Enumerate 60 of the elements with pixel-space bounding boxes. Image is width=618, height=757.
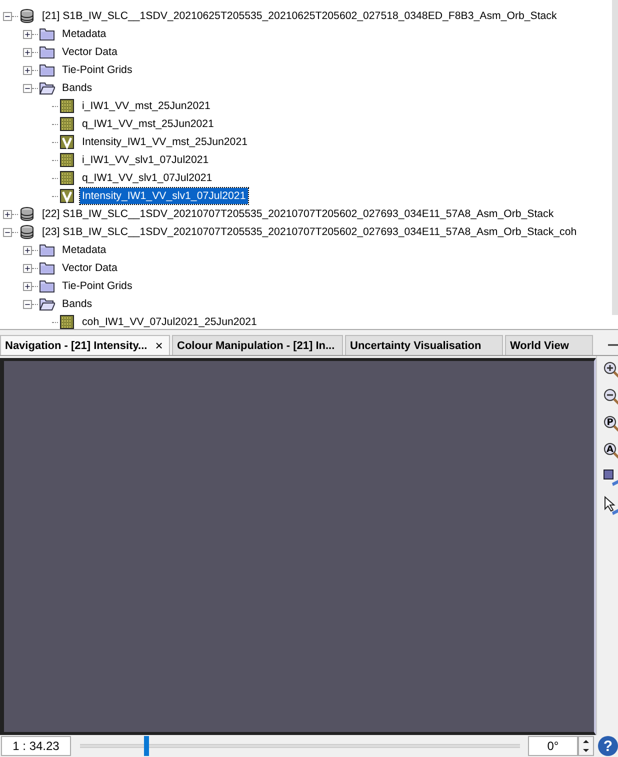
tree-item[interactable]: Intensity_IW1_VV_slv1_07Jul2021 <box>80 188 248 204</box>
folder-icon <box>39 260 55 276</box>
expand-icon[interactable] <box>23 282 32 290</box>
expand-icon[interactable] <box>23 264 32 272</box>
tree-item[interactable]: Bands <box>60 80 94 96</box>
database-icon <box>19 206 35 222</box>
expand-icon[interactable] <box>23 48 32 56</box>
virtual-band-icon <box>59 134 75 150</box>
grid-icon <box>59 314 75 329</box>
tree-item[interactable]: coh_IW1_VV_07Jul2021_25Jun2021 <box>80 314 259 329</box>
tree-item[interactable]: [21] S1B_IW_SLC__1SDV_20210625T205535_20210625T205602_027518_0348ED_F8B3_Asm_Orb_Stack <box>40 8 559 24</box>
virtual-band-icon <box>59 188 75 204</box>
help-button[interactable]: ? <box>598 736 618 756</box>
tree-item[interactable]: Metadata <box>60 26 108 42</box>
tree-item[interactable]: Vector Data <box>60 260 120 276</box>
sync-views-icon[interactable] <box>603 469 618 489</box>
folder-icon <box>39 44 55 60</box>
cursor-sync-icon[interactable] <box>603 496 618 516</box>
tree-item[interactable]: [23] S1B_IW_SLC__1SDV_20210707T205535_20210707T205602_027693_034E11_57A8_Asm_Orb_Stack_coh <box>40 224 579 240</box>
close-icon[interactable]: × <box>155 338 163 353</box>
folder-icon <box>39 296 55 312</box>
database-icon <box>19 224 35 240</box>
rotation-field[interactable]: 0° <box>528 736 578 756</box>
panel-tab[interactable]: Navigation - [21] Intensity... × <box>0 335 170 355</box>
expand-icon[interactable] <box>23 30 32 38</box>
scrollbar[interactable] <box>612 0 618 315</box>
collapse-icon[interactable] <box>3 12 12 20</box>
scale-field[interactable]: 1 : 34.23 <box>1 736 71 756</box>
expand-icon[interactable] <box>23 66 32 74</box>
panel-tab[interactable]: World View <box>505 335 593 355</box>
expand-icon[interactable] <box>23 246 32 254</box>
folder-icon <box>39 278 55 294</box>
database-icon <box>19 8 35 24</box>
grid-icon <box>59 116 75 132</box>
collapse-icon[interactable] <box>23 84 32 92</box>
folder-icon <box>39 80 55 96</box>
collapse-icon[interactable] <box>23 300 32 308</box>
tree-item[interactable]: Intensity_IW1_VV_mst_25Jun2021 <box>80 134 250 150</box>
panel-tab[interactable]: Uncertainty Visualisation <box>345 335 503 355</box>
tree-item[interactable]: q_IW1_VV_slv1_07Jul2021 <box>80 170 214 186</box>
tree-item[interactable]: q_IW1_VV_mst_25Jun2021 <box>80 116 216 132</box>
expand-icon[interactable] <box>3 210 12 218</box>
tree-item[interactable]: i_IW1_VV_mst_25Jun2021 <box>80 98 212 114</box>
tree-item[interactable]: Tie-Point Grids <box>60 278 134 294</box>
tree-item[interactable]: Vector Data <box>60 44 120 60</box>
panel-tab[interactable]: Colour Manipulation - [21] In... <box>172 335 343 355</box>
tree-item[interactable]: [22] S1B_IW_SLC__1SDV_20210707T205535_20210707T205602_027693_034E11_57A8_Asm_Orb_Stack <box>40 206 556 222</box>
grid-icon <box>59 152 75 168</box>
grid-icon <box>59 170 75 186</box>
folder-icon <box>39 62 55 78</box>
folder-icon <box>39 242 55 258</box>
grid-icon <box>59 98 75 114</box>
folder-icon <box>39 26 55 42</box>
tree-item[interactable]: Bands <box>60 296 94 312</box>
tree-item[interactable]: Tie-Point Grids <box>60 62 134 78</box>
tree-item[interactable]: Metadata <box>60 242 108 258</box>
tree-item[interactable]: i_IW1_VV_slv1_07Jul2021 <box>80 152 211 168</box>
spinner[interactable] <box>578 736 594 756</box>
slider-thumb[interactable] <box>144 736 149 756</box>
collapse-icon[interactable] <box>3 228 12 236</box>
